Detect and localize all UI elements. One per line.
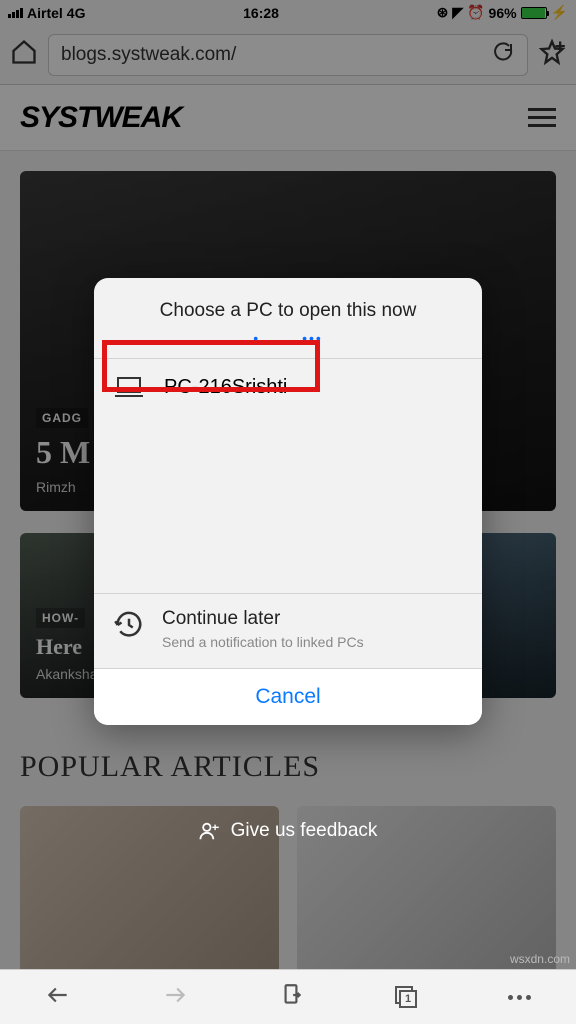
more-button[interactable] bbox=[508, 995, 531, 1000]
share-button[interactable] bbox=[278, 982, 304, 1013]
watermark: wsxdn.com bbox=[510, 952, 570, 966]
tab-count: 1 bbox=[399, 990, 417, 1008]
continue-later-sub: Send a notification to linked PCs bbox=[162, 634, 364, 650]
feedback-label: Give us feedback bbox=[231, 820, 378, 842]
modal-title: Choose a PC to open this now bbox=[94, 278, 482, 330]
pc-option[interactable]: PC-216Srishti bbox=[94, 359, 482, 415]
feedback-button[interactable]: Give us feedback bbox=[199, 820, 378, 842]
cancel-button[interactable]: Cancel bbox=[94, 668, 482, 725]
forward-button[interactable] bbox=[162, 982, 188, 1013]
tabs-button[interactable]: 1 bbox=[395, 986, 417, 1008]
page-indicator: •••• bbox=[94, 330, 482, 358]
laptop-icon bbox=[114, 375, 144, 399]
continue-later-option[interactable]: Continue later Send a notification to li… bbox=[94, 594, 482, 668]
back-button[interactable] bbox=[45, 982, 71, 1013]
continue-later-label: Continue later bbox=[162, 608, 364, 630]
history-icon bbox=[114, 610, 144, 640]
bottom-toolbar: 1 bbox=[0, 969, 576, 1024]
pc-name: PC-216Srishti bbox=[164, 376, 287, 399]
choose-pc-modal: Choose a PC to open this now •••• PC-216… bbox=[94, 278, 482, 725]
